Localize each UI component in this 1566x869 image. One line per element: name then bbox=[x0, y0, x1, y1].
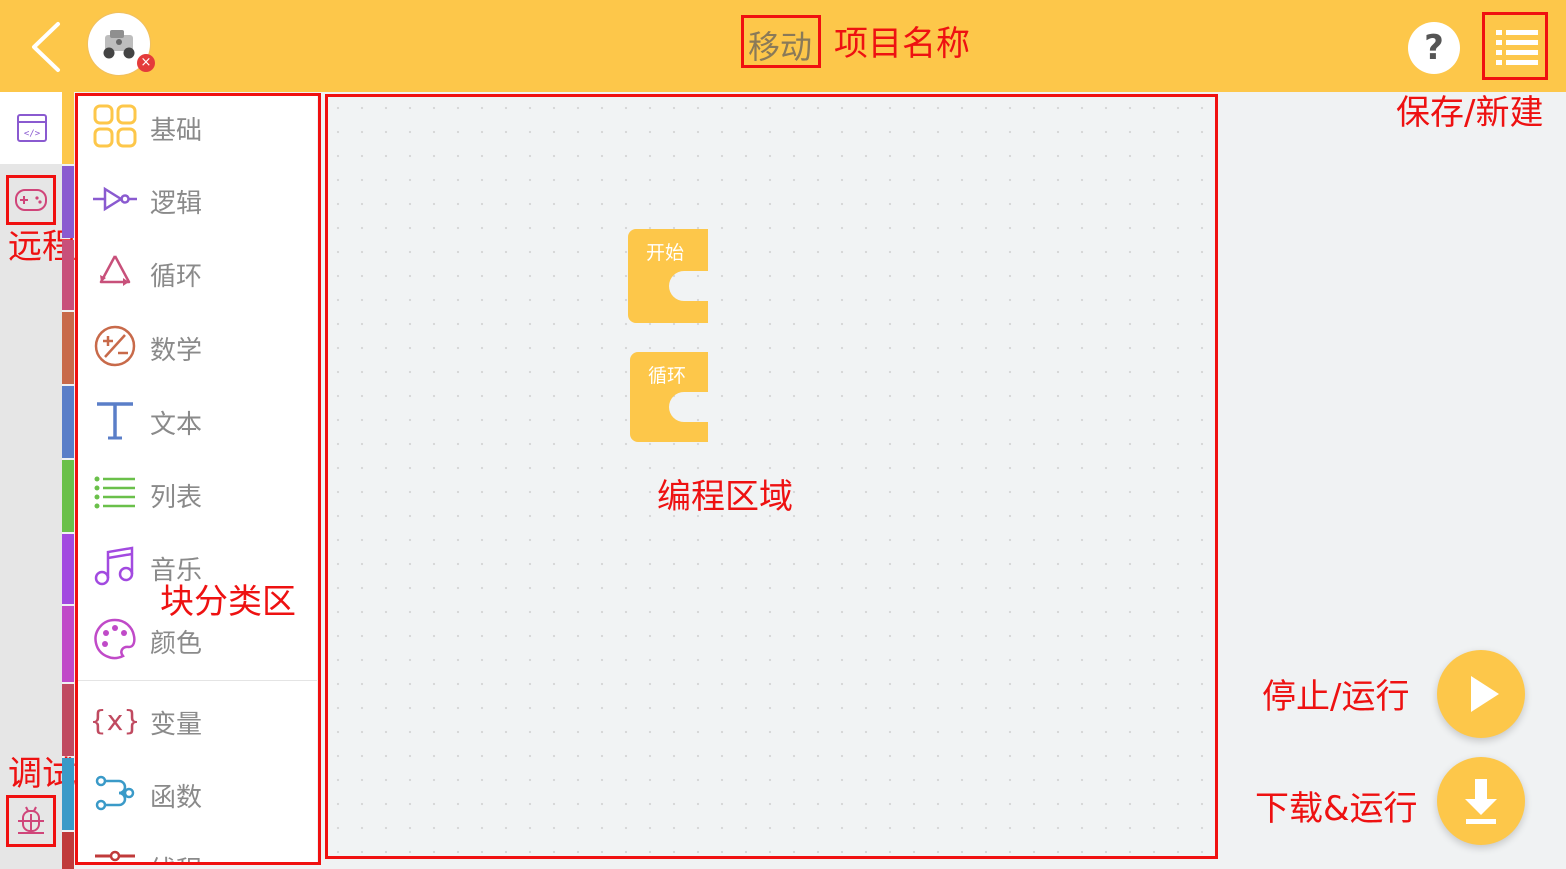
category-color-bar bbox=[62, 92, 74, 164]
project-name-annotation: 项目名称 bbox=[834, 24, 970, 64]
workspace-annotation: 编程区域 bbox=[657, 477, 793, 517]
gamepad-icon[interactable] bbox=[14, 187, 48, 213]
category-color-bar bbox=[62, 240, 74, 310]
category-color-bar bbox=[62, 166, 74, 238]
back-arrow-icon[interactable] bbox=[28, 20, 68, 74]
download-run-annotation: 下载&运行 bbox=[1255, 789, 1418, 829]
category-color-bar bbox=[62, 460, 74, 532]
save-new-annotation: 保存/新建 bbox=[1396, 93, 1544, 133]
category-color-bar bbox=[62, 534, 74, 604]
block-label: 开始 bbox=[646, 242, 685, 264]
download-run-button[interactable] bbox=[1437, 757, 1525, 845]
category-color-bar bbox=[62, 684, 74, 756]
palette-annotation: 块分类区 bbox=[160, 582, 296, 622]
category-color-bar bbox=[62, 386, 74, 458]
start-block[interactable]: 开始 bbox=[628, 229, 708, 323]
category-color-bar bbox=[62, 312, 74, 384]
disconnected-badge-icon: × bbox=[137, 54, 155, 72]
run-button[interactable] bbox=[1437, 650, 1525, 738]
code-window-icon: </> bbox=[17, 114, 47, 142]
category-color-bar bbox=[62, 758, 74, 830]
play-icon bbox=[1471, 676, 1499, 712]
menu-list-icon[interactable] bbox=[1496, 28, 1538, 66]
category-color-bar bbox=[62, 606, 74, 682]
download-icon bbox=[1465, 779, 1497, 824]
svg-text:</>: </> bbox=[24, 129, 41, 139]
top-bar: × 移动 项目名称 ? bbox=[0, 0, 1566, 92]
project-name[interactable]: 移动 bbox=[748, 22, 812, 68]
loop-block[interactable]: 循环 bbox=[630, 352, 708, 442]
block-label: 循环 bbox=[648, 365, 687, 387]
stop-run-annotation: 停止/运行 bbox=[1262, 677, 1410, 717]
help-button[interactable]: ? bbox=[1408, 22, 1460, 74]
palette-highlight bbox=[75, 93, 321, 865]
category-color-bar bbox=[62, 832, 74, 869]
code-tab[interactable]: </> bbox=[0, 92, 62, 164]
bug-icon[interactable] bbox=[16, 805, 46, 837]
